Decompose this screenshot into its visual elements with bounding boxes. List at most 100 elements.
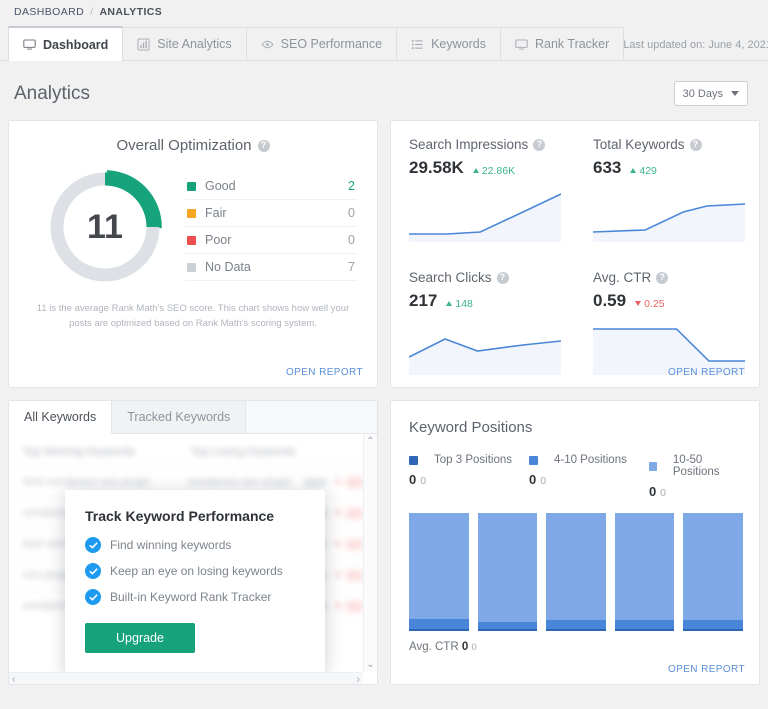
scroll-left-icon[interactable]: ‹ [12, 674, 15, 684]
stat-total-keywords-value: 633 [593, 158, 622, 177]
bar-segment-10-50 [683, 513, 743, 621]
stat-value-row: 29.58K 22.86K [409, 158, 561, 178]
swatch-poor-icon [187, 235, 196, 245]
tab-tracked-keywords-label: Tracked Keywords [127, 410, 231, 424]
legend-label-fair: Fair [205, 206, 227, 220]
avg-ctr-delta: 0 [471, 642, 477, 653]
bar-segment-10-50 [546, 513, 606, 621]
tab-keywords[interactable]: Keywords [396, 27, 501, 60]
search-stats-card: Search Impressions ? 29.58K 22.86K Total… [390, 120, 760, 388]
swatch-no-data-icon [187, 262, 196, 272]
legend-label-poor: Poor [205, 233, 232, 247]
tab-rank-tracker-label: Rank Tracker [534, 37, 610, 51]
breadcrumb-current: ANALYTICS [99, 6, 163, 18]
optimization-legend: Good 2 Fair 0 Poor 0 No Data 7 [185, 173, 361, 281]
optimization-score: 11 [87, 207, 123, 246]
keywords-table-header: Top Winning Keywords Top Losing Keywords [23, 442, 363, 466]
stat-search-clicks-delta: 148 [446, 298, 473, 310]
stat-label-wrap: Search Clicks ? [409, 270, 561, 285]
row-delta-badge [346, 476, 364, 488]
stat-search-impressions-label: Search Impressions [409, 137, 529, 152]
date-range-value: 30 Days [682, 87, 723, 100]
stat-total-keywords-delta: 429 [630, 165, 657, 177]
horizontal-scrollbar[interactable]: ‹ › [9, 672, 363, 684]
breadcrumb-root[interactable]: DASHBOARD [14, 6, 84, 18]
date-range-select[interactable]: 30 Days [673, 81, 748, 106]
legend-4-10-value: 0 [528, 472, 537, 487]
arrow-up-icon [446, 301, 453, 306]
row-trend-icon: ▾ [335, 600, 341, 612]
sparkline-total-keywords [593, 186, 745, 242]
help-icon[interactable]: ? [533, 138, 546, 151]
stat-value-row: 633 429 [593, 158, 745, 178]
optimization-body: 11 Good 2 Fair 0 Poor 0 No Data 7 [25, 166, 361, 288]
tab-dashboard[interactable]: Dashboard [8, 26, 124, 61]
bar-segment-4-10 [409, 619, 469, 629]
stats-open-report-link[interactable]: OPEN REPORT [668, 367, 745, 378]
legend-value-fair: 0 [348, 206, 355, 220]
modal-feature-label: Keep an eye on losing keywords [110, 564, 283, 578]
stat-total-keywords-delta-value: 429 [639, 164, 657, 177]
dashboard-grid: Overall Optimization ? 11 Good 2 Fair 0 … [0, 120, 768, 685]
tab-tracked-keywords[interactable]: Tracked Keywords [112, 401, 247, 433]
stat-search-clicks-label: Search Clicks [409, 270, 492, 285]
bar-segment-4-10 [546, 620, 606, 629]
legend-top-3-delta: 0 [420, 475, 427, 487]
legend-4-10-positions: 4-10 Positions 00 [528, 454, 649, 499]
optimization-donut-chart: 11 [44, 166, 166, 288]
modal-title: Track Keyword Performance [85, 508, 275, 524]
breadcrumb-separator: / [90, 6, 94, 18]
vertical-scrollbar[interactable]: ⌃ ⌄ [363, 434, 377, 672]
tab-seo-performance[interactable]: SEO Performance [245, 27, 398, 60]
row-trend-icon: ▾ [335, 569, 341, 581]
positions-legend: Top 3 Positions 00 4-10 Positions 00 10-… [409, 454, 743, 499]
modal-feature-label: Built-in Keyword Rank Tracker [110, 590, 272, 604]
track-keyword-performance-modal: Track Keyword Performance Find winning k… [65, 490, 325, 673]
list-icon [411, 38, 424, 51]
positions-open-report-link[interactable]: OPEN REPORT [668, 664, 745, 675]
avg-ctr-footer: Avg. CTR 0 0 [409, 641, 743, 653]
legend-row-poor: Poor 0 [185, 227, 357, 254]
check-circle-icon [85, 589, 101, 605]
tab-all-keywords[interactable]: All Keywords [9, 401, 113, 434]
tab-seo-performance-label: SEO Performance [280, 37, 383, 51]
stat-label-wrap: Total Keywords ? [593, 137, 745, 152]
bar-segment-top-3 [614, 628, 675, 631]
upgrade-button[interactable]: Upgrade [85, 623, 195, 653]
tab-rank-tracker[interactable]: Rank Tracker [499, 27, 625, 60]
help-icon[interactable]: ? [257, 139, 270, 152]
legend-top-3-label: Top 3 Positions [434, 454, 512, 466]
arrow-up-icon [472, 168, 479, 173]
stat-avg-ctr-delta-value: 0.25 [644, 297, 665, 310]
row-trend-icon: ▾ [335, 538, 341, 550]
row-delta-badge [346, 600, 364, 612]
row-winning-keyword: best wordpress seo plugin [23, 476, 151, 488]
bar-segment-4-10 [683, 620, 743, 629]
help-icon[interactable]: ? [496, 271, 509, 284]
row-delta-badge [346, 538, 364, 550]
legend-row-no-data: No Data 7 [185, 254, 357, 281]
stat-value-row: 217 148 [409, 291, 561, 311]
legend-row-fair: Fair 0 [185, 200, 357, 227]
help-icon[interactable]: ? [656, 271, 669, 284]
sparkline-search-impressions [409, 186, 561, 242]
arrow-up-icon [630, 168, 637, 173]
stat-search-clicks-value: 217 [409, 291, 438, 310]
page-title: Analytics [14, 82, 91, 104]
stat-avg-ctr-delta: 0.25 [635, 297, 665, 310]
stat-search-clicks-delta-value: 148 [455, 297, 473, 310]
tab-site-analytics[interactable]: Site Analytics [122, 27, 247, 60]
keyword-positions-title: Keyword Positions [409, 419, 533, 436]
optimization-open-report-link[interactable]: OPEN REPORT [286, 367, 363, 378]
bar-segment-10-50 [477, 513, 538, 622]
scroll-down-icon[interactable]: ⌄ [366, 659, 374, 670]
stat-search-impressions-value: 29.58K [409, 158, 464, 177]
stat-label-wrap: Avg. CTR ? [593, 270, 745, 285]
legend-top-3-positions: Top 3 Positions 00 [409, 454, 529, 499]
help-icon[interactable]: ? [689, 138, 702, 151]
legend-4-10-label: 4-10 Positions [553, 454, 627, 466]
scroll-up-icon[interactable]: ⌃ [366, 436, 374, 447]
legend-top-3-value: 0 [409, 472, 417, 487]
scroll-right-icon[interactable]: › [357, 674, 360, 684]
avg-ctr-value: 0 [461, 641, 469, 653]
